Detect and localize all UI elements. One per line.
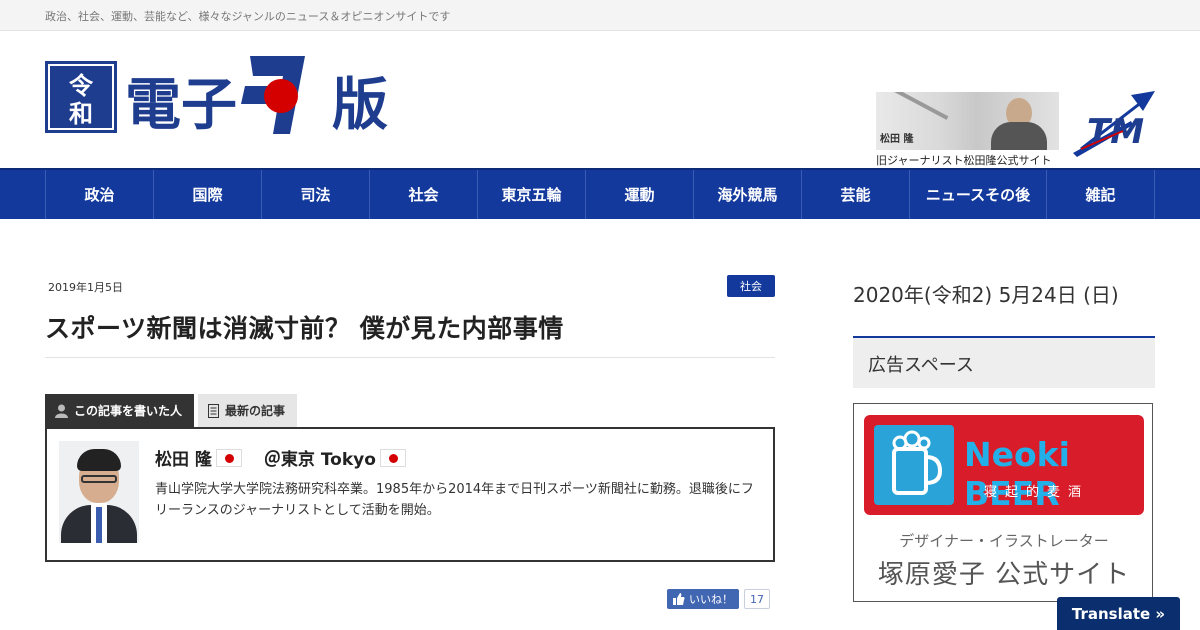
ad-space-heading: 広告スペース: [853, 336, 1155, 388]
ad-title: Neoki BEER: [964, 435, 1070, 513]
nav-item-tokyo-olympics[interactable]: 東京五輪: [478, 170, 586, 219]
thumbs-up-icon: [673, 593, 685, 605]
author-tabs: この記事を書いた人 最新の記事: [45, 394, 775, 427]
category-badge[interactable]: 社会: [727, 275, 775, 297]
logo-reiwa-1: 令: [69, 72, 94, 100]
article-title: スポーツ新聞は消滅寸前？ 僕が見た内部事情: [45, 309, 775, 358]
author-bio: 青山学院大学大学院法務研究科卒業。1985年から2014年まで日刊スポーツ新聞社…: [155, 482, 754, 518]
user-icon: [55, 404, 68, 418]
nav-item-society[interactable]: 社会: [370, 170, 478, 219]
ad-subtitle: 寝起的麦酒: [984, 485, 1090, 500]
journalist-banner[interactable]: 松田 隆 旧ジャーナリスト松田隆公式サイト: [876, 92, 1059, 168]
site-header: 令 和 電子 版 松田 隆 旧ジャーナリスト松田隆公式サイト TM: [0, 31, 1200, 168]
banner-photo: 松田 隆: [876, 92, 1059, 150]
japan-flag-icon: [215, 448, 242, 467]
tab-latest-label: 最新の記事: [225, 404, 286, 418]
article-main: 2019年1月5日 社会 スポーツ新聞は消滅寸前？ 僕が見た内部事情 この記事を…: [45, 275, 775, 609]
author-name[interactable]: 松田 隆: [155, 445, 212, 470]
sidebar: 2020年(令和2) 5月24日 (日) 広告スペース Neoki BEER 寝…: [853, 275, 1155, 602]
tm-logo-text: TM: [1087, 112, 1144, 152]
nav-item-politics[interactable]: 政治: [46, 170, 154, 219]
translate-button[interactable]: Translate »: [1057, 597, 1180, 630]
banner-name: 松田 隆: [880, 134, 914, 145]
japan-flag-icon: [379, 448, 406, 467]
ad-banner[interactable]: Neoki BEER 寝起的麦酒 デザイナー・イラストレーター 塚原愛子 公式サ…: [853, 403, 1153, 602]
tm-logo[interactable]: TM: [1071, 91, 1157, 159]
site-tagline: 政治、社会、運動、芸能など、様々なジャンルのニュース＆オピニオンサイトです: [45, 10, 451, 23]
nav-item-overseas-racing[interactable]: 海外競馬: [694, 170, 802, 219]
document-icon: [208, 403, 220, 418]
ad-line-2: 塚原愛子 公式サイト: [877, 560, 1131, 590]
nav-item-news-followup[interactable]: ニュースその後: [910, 170, 1047, 219]
nav-item-international[interactable]: 国際: [154, 170, 262, 219]
author-box: 松田 隆 ＠東京 Tokyo 青山学院大学大学院法務研究科卒業。1985年から2…: [45, 427, 775, 562]
nav-item-judiciary[interactable]: 司法: [262, 170, 370, 219]
like-count: 17: [744, 589, 770, 609]
main-nav: 政治 国際 司法 社会 東京五輪 運動 海外競馬 芸能 ニュースその後 雑記: [0, 168, 1200, 219]
like-widget: いいね！ 17: [667, 589, 770, 609]
banner-caption: 旧ジャーナリスト松田隆公式サイト: [876, 154, 1052, 167]
sidebar-date: 2020年(令和2) 5月24日 (日): [853, 283, 1119, 307]
logo-text-1: 電子: [125, 73, 237, 136]
like-button[interactable]: いいね！: [667, 589, 739, 609]
nav-item-entertainment[interactable]: 芸能: [802, 170, 910, 219]
logo-text-2: 版: [332, 73, 388, 136]
nav-item-sports[interactable]: 運動: [586, 170, 694, 219]
logo-reiwa-2: 和: [69, 100, 93, 128]
tab-author-label: この記事を書いた人: [74, 404, 183, 418]
beer-mug-icon: [874, 425, 954, 505]
author-avatar: [59, 441, 139, 543]
ad-line-1: デザイナー・イラストレーター: [899, 532, 1109, 550]
tab-author[interactable]: この記事を書いた人: [45, 394, 195, 427]
nav-item-misc[interactable]: 雑記: [1047, 170, 1155, 219]
author-location: ＠東京 Tokyo: [263, 450, 376, 470]
like-label: いいね！: [689, 593, 733, 606]
tab-latest[interactable]: 最新の記事: [198, 394, 298, 427]
post-date: 2019年1月5日: [48, 281, 123, 294]
site-logo[interactable]: 令 和 電子 版: [45, 56, 400, 136]
top-bar: 政治、社会、運動、芸能など、様々なジャンルのニュース＆オピニオンサイトです: [0, 0, 1200, 31]
